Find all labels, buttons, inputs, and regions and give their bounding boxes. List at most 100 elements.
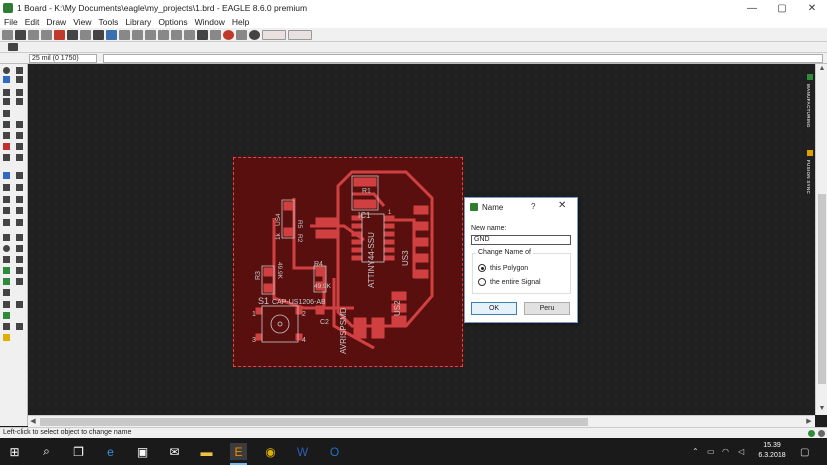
dialog-close-button[interactable]: ✕ [558,200,566,211]
ripup-icon[interactable] [16,196,23,203]
ratsnest-icon[interactable] [3,267,10,274]
radio-this-polygon[interactable]: this Polygon [478,263,568,273]
file-explorer-icon[interactable]: ▬ [198,443,215,460]
miter-icon[interactable] [16,323,23,330]
word-icon[interactable]: W [294,443,311,460]
layer-icon[interactable] [106,29,117,40]
horizontal-scroll-thumb[interactable] [40,418,588,426]
fusion-icon[interactable] [288,29,312,40]
mail-icon[interactable]: ✉ [166,443,183,460]
radio-polygon-indicator[interactable] [478,264,486,272]
zoom-select-icon[interactable] [158,29,169,40]
undo-icon[interactable] [197,29,208,40]
delete-icon[interactable] [3,132,10,139]
zoom-out-icon[interactable] [145,29,156,40]
ok-button[interactable]: OK [471,302,517,315]
value-tool-icon[interactable] [16,172,23,179]
print-icon[interactable] [28,29,39,40]
radio-entire-signal[interactable]: the entire Signal [478,277,568,287]
chrome-icon[interactable]: ◉ [262,443,279,460]
battery-icon[interactable]: ▭ [707,447,716,456]
meander-icon[interactable] [3,219,10,226]
info-icon[interactable] [3,67,10,74]
add-icon[interactable] [3,143,10,150]
arc-icon[interactable] [16,245,23,252]
menu-file[interactable]: File [4,17,18,27]
align-icon[interactable] [3,110,10,117]
move-icon[interactable] [3,89,10,96]
save-icon[interactable] [15,29,26,40]
smash-icon[interactable] [3,184,10,191]
route-icon[interactable] [3,196,10,203]
maximize-button[interactable]: ▢ [767,0,797,16]
status-stop-icon[interactable] [818,430,825,437]
layer-select-icon[interactable] [8,43,18,51]
search-icon[interactable]: ⌕ [38,443,55,460]
menu-tools[interactable]: Tools [98,17,118,27]
menu-window[interactable]: Window [195,17,225,27]
zoom-fit-icon[interactable] [119,29,130,40]
help-icon[interactable] [249,29,260,40]
menu-help[interactable]: Help [232,17,249,27]
mark-icon[interactable] [16,76,23,83]
scroll-down-arrow[interactable]: ▼ [816,404,827,414]
rect-icon[interactable] [3,256,10,263]
lock-icon[interactable] [3,154,10,161]
wrench-icon[interactable] [16,132,23,139]
dimension-icon[interactable] [3,289,10,296]
scroll-up-arrow[interactable]: ▲ [816,64,827,74]
radio-signal-label[interactable]: the entire Signal [490,279,541,286]
attribute-icon[interactable] [16,278,23,285]
notification-icon[interactable]: ▢ [800,447,809,458]
new-name-input[interactable]: GND [471,235,571,245]
pcb-board[interactable]: R1 IC1 1 US4 R5 1k R2 R4 49.9K R3 49.9K … [233,157,463,367]
cam-icon[interactable] [41,29,52,40]
outlook-icon[interactable]: O [326,443,343,460]
schematic-icon[interactable] [54,29,65,40]
close-button[interactable]: ✕ [797,0,827,16]
drc-icon[interactable] [3,301,10,308]
errors-icon[interactable] [16,301,23,308]
polygon-icon[interactable] [16,256,23,263]
open-icon[interactable] [2,29,13,40]
menu-options[interactable]: Options [158,17,187,27]
menu-draw[interactable]: Draw [46,17,66,27]
zoom-last-icon[interactable] [184,29,195,40]
group-icon[interactable] [3,121,10,128]
redraw-icon[interactable] [171,29,182,40]
volume-icon[interactable]: ◁ [738,447,747,456]
menu-edit[interactable]: Edit [25,17,40,27]
name-tool-icon[interactable] [3,172,10,179]
display-icon[interactable] [3,76,10,83]
wifi-icon[interactable]: ◠ [722,447,731,456]
measure-icon[interactable] [3,323,10,330]
redo-icon[interactable] [210,29,221,40]
layers-icon[interactable] [3,312,10,319]
minimize-button[interactable]: — [737,0,767,16]
menu-library[interactable]: Library [125,17,151,27]
design-rules-icon[interactable] [262,29,286,40]
store-icon[interactable]: ▣ [134,443,151,460]
menu-view[interactable]: View [73,17,91,27]
script-icon[interactable] [67,29,78,40]
edge-browser-icon[interactable]: e [102,443,119,460]
copy-icon[interactable] [16,89,23,96]
tray-chevron-icon[interactable]: ⌃ [692,447,701,456]
stop-icon[interactable] [223,29,234,40]
warning-icon[interactable] [3,334,10,341]
rotate-icon[interactable] [16,98,23,105]
paste-icon[interactable] [16,121,23,128]
run-ulp-icon[interactable] [80,29,91,40]
autorouter-icon[interactable] [16,267,23,274]
hole-icon[interactable] [3,278,10,285]
optimize-icon[interactable] [16,219,23,226]
radio-polygon-label[interactable]: this Polygon [490,265,528,272]
start-icon[interactable]: ⊞ [6,443,23,460]
fusion-sync-tab[interactable]: FUSION SYNC [806,160,811,194]
line-icon[interactable] [3,234,10,241]
split-icon[interactable] [16,154,23,161]
dialog-help-button[interactable]: ? [531,202,535,211]
signal-icon[interactable] [3,207,10,214]
horizontal-scrollbar[interactable]: ◀ ▶ [28,415,815,427]
text-icon[interactable] [16,234,23,241]
